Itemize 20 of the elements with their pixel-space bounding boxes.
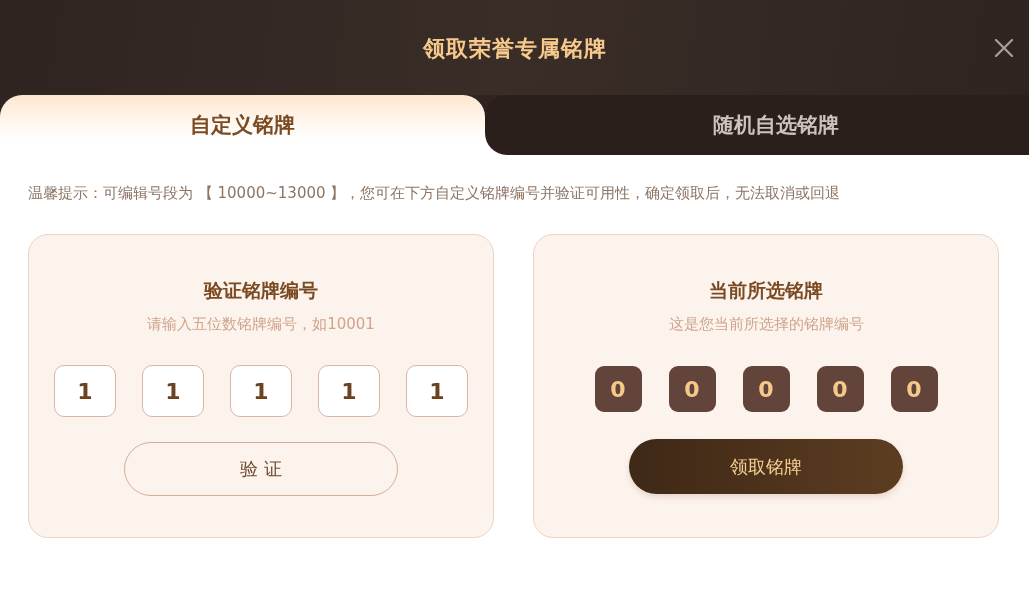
panel-title: 验证铭牌编号	[204, 278, 318, 303]
panel-subtitle: 这是您当前所选择的铭牌编号	[668, 314, 864, 335]
digit-tile: 0	[594, 366, 642, 412]
digit-tile: 0	[816, 366, 864, 412]
panel-subtitle: 请输入五位数铭牌编号，如10001	[147, 314, 375, 335]
digit-input-field[interactable]: 1	[54, 365, 116, 417]
digit-input-field[interactable]: 1	[142, 365, 204, 417]
claim-button[interactable]: 领取铭牌	[629, 439, 903, 494]
digit-tile: 0	[742, 366, 790, 412]
digit-input-field[interactable]: 1	[230, 365, 292, 417]
digit-tile: 0	[890, 366, 938, 412]
digit-tile: 0	[668, 366, 716, 412]
digit-input-field[interactable]: 1	[318, 365, 380, 417]
digit-input-field[interactable]: 1	[406, 365, 468, 417]
tab[interactable]: 随机自选铭牌	[485, 95, 1029, 155]
panel-title: 当前所选铭牌	[709, 278, 823, 303]
notice-text: 温馨提示：可编辑号段为 【 10000~13000 】，您可在下方自定义铭牌编号并验证可用性，确定领取后，无法取消或回退	[27, 183, 842, 203]
close-icon	[995, 38, 1013, 57]
dialog-title: 领取荣誉专属铭牌	[422, 34, 607, 63]
close-button[interactable]	[995, 38, 1013, 57]
